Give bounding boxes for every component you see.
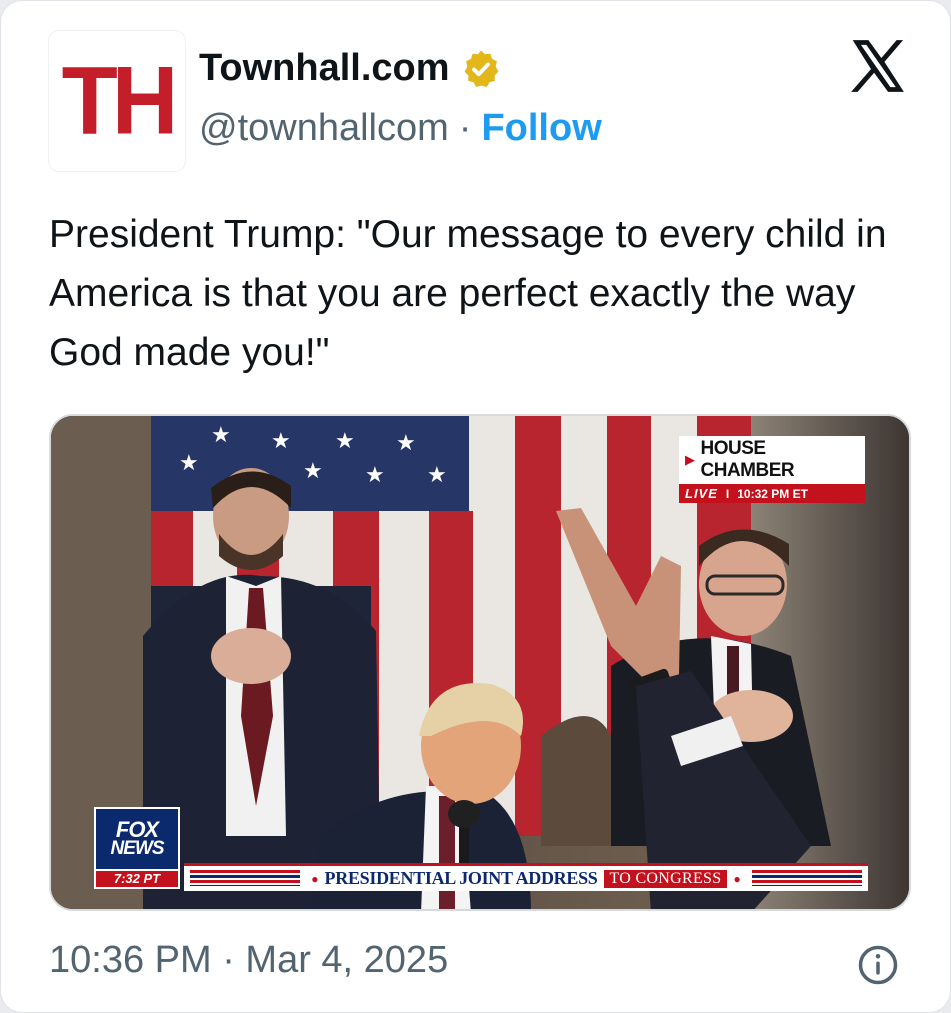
avatar[interactable]: TH: [49, 31, 185, 171]
chyron-location: HOUSE CHAMBER: [700, 438, 795, 481]
network-line2: NEWS: [110, 838, 165, 860]
tweet-timestamp[interactable]: 10:36 PM · Mar 4, 2025: [49, 939, 448, 982]
live-badge: LIVE: [685, 486, 718, 501]
star-dot-icon: ●: [311, 871, 319, 886]
svg-text:★: ★: [271, 429, 291, 454]
author-display-name[interactable]: Townhall.com: [199, 47, 502, 90]
tweet-card: TH Townhall.com @townhallcom · Follow Pr…: [0, 0, 951, 1013]
network-line1: FOX: [115, 816, 159, 842]
house-chamber-chyron: ▶ HOUSE CHAMBER LIVE I 10:32 PM ET: [679, 436, 865, 503]
lower-third-tag: TO CONGRESS: [603, 869, 728, 888]
svg-text:★: ★: [211, 423, 231, 448]
chyron-divider: I: [725, 486, 730, 501]
handle-row: @townhallcom · Follow: [199, 107, 602, 150]
author-handle[interactable]: @townhallcom: [199, 107, 449, 150]
display-name-text: Townhall.com: [199, 47, 450, 89]
tweet-video-media[interactable]: ★ ★ ★ ★ ★ ★ ★ ★ ▶ HOUSE CHAMBER LIVE I 1…: [49, 414, 911, 911]
svg-text:★: ★: [396, 431, 416, 456]
network-time: 7:32 PT: [94, 869, 180, 889]
x-logo-icon[interactable]: [847, 35, 909, 97]
tweet-text: President Trump: "Our message to every c…: [49, 213, 887, 374]
play-triangle-icon: ▶: [685, 452, 695, 467]
svg-text:★: ★: [365, 463, 385, 488]
verified-badge-icon: [464, 50, 499, 87]
lower-third-main: PRESIDENTIAL JOINT ADDRESS: [324, 868, 598, 888]
fox-news-logo: FOX NEWS: [94, 807, 180, 871]
stripes-decoration-right: [752, 870, 862, 886]
separator-dot: ·: [458, 107, 472, 149]
svg-text:★: ★: [335, 429, 355, 454]
svg-text:★: ★: [179, 451, 199, 476]
lower-third-banner: ● PRESIDENTIAL JOINT ADDRESS TO CONGRESS…: [184, 863, 868, 891]
svg-text:★: ★: [427, 463, 447, 488]
chyron-time: 10:32 PM ET: [737, 486, 808, 501]
avatar-logo-text: TH: [61, 47, 179, 155]
fox-news-bug: FOX NEWS 7:32 PT: [94, 807, 180, 891]
svg-text:★: ★: [303, 459, 323, 484]
info-icon[interactable]: [857, 944, 899, 986]
star-dot-icon-right: ●: [733, 871, 741, 886]
follow-button[interactable]: Follow: [481, 107, 601, 150]
stripes-decoration-left: [190, 870, 300, 886]
